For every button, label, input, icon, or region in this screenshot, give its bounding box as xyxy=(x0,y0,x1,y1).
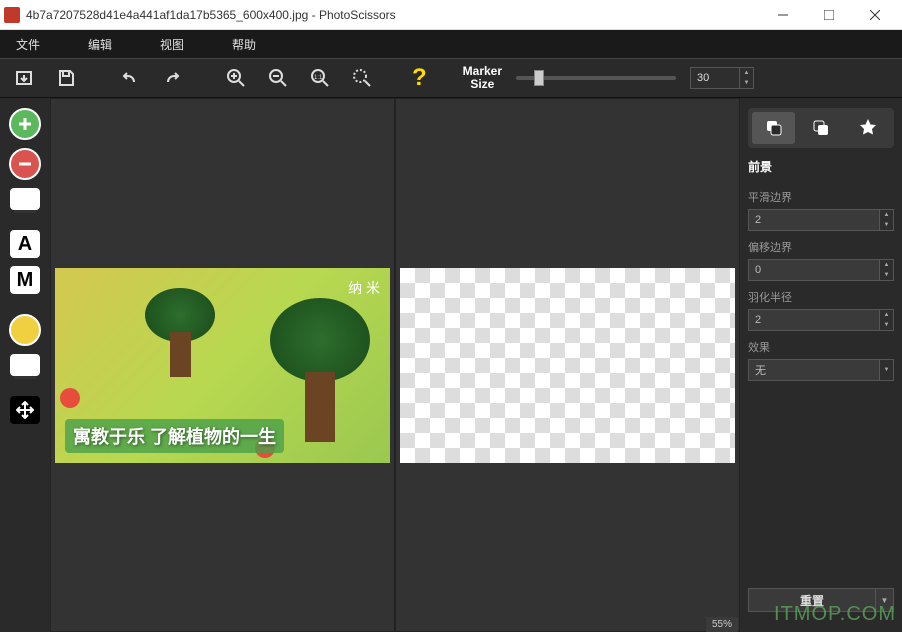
smooth-label: 平滑边界 xyxy=(748,189,894,205)
tab-effects[interactable] xyxy=(847,112,890,144)
image-caption: 寓教于乐 了解植物的一生 xyxy=(65,419,284,453)
result-panel[interactable] xyxy=(395,98,740,632)
foreground-marker-tool[interactable] xyxy=(9,108,41,140)
window-title: 4b7a7207528d41e4a441af1da17b5365_600x400… xyxy=(26,8,760,22)
background-marker-tool[interactable] xyxy=(9,148,41,180)
zoom-in-button[interactable] xyxy=(222,64,250,92)
minimize-button[interactable] xyxy=(760,1,806,29)
undo-button[interactable] xyxy=(116,64,144,92)
save-button[interactable] xyxy=(52,64,80,92)
image-brand: 纳 米 xyxy=(348,278,380,298)
properties-panel: 前景 平滑边界 2 ▲▼ 偏移边界 0 ▲▼ 羽化半径 2 ▲▼ 效果 无 ▼ … xyxy=(740,98,902,632)
maximize-button[interactable] xyxy=(806,1,852,29)
marker-size-spinner[interactable]: ▲▼ xyxy=(740,67,754,89)
feather-label: 羽化半径 xyxy=(748,289,894,305)
source-panel[interactable]: 纳 米 寓教于乐 了解植物的一生 xyxy=(50,98,395,632)
zoom-actual-button[interactable]: 1:1 xyxy=(306,64,334,92)
eraser-tool-2[interactable] xyxy=(10,354,40,376)
menubar: 文件 编辑 视图 帮助 xyxy=(0,30,902,58)
watermark: ITMOP.COM xyxy=(774,603,896,626)
menu-help[interactable]: 帮助 xyxy=(232,36,256,53)
titlebar: 4b7a7207528d41e4a441af1da17b5365_600x400… xyxy=(0,0,902,30)
tab-foreground[interactable] xyxy=(752,112,795,144)
left-toolbar: A M xyxy=(0,98,50,632)
offset-label: 偏移边界 xyxy=(748,239,894,255)
marker-size-value[interactable]: 30 xyxy=(690,67,740,89)
smooth-input[interactable]: 2 xyxy=(748,209,880,231)
smooth-spinner[interactable]: ▲▼ xyxy=(880,209,894,231)
toolbar: 1:1 ? Marker Size 30 ▲▼ xyxy=(0,58,902,98)
help-icon[interactable]: ? xyxy=(412,64,427,92)
menu-edit[interactable]: 编辑 xyxy=(88,36,112,53)
tab-background[interactable] xyxy=(799,112,842,144)
feather-input[interactable]: 2 xyxy=(748,309,880,331)
result-image xyxy=(400,268,735,463)
feather-spinner[interactable]: ▲▼ xyxy=(880,309,894,331)
auto-tool[interactable]: A xyxy=(10,230,40,258)
marker-size-slider[interactable] xyxy=(516,76,676,80)
app-icon xyxy=(4,7,20,23)
zoom-status: 55% xyxy=(706,617,738,632)
section-title: 前景 xyxy=(748,158,894,175)
marker-size-label: Marker Size xyxy=(463,65,502,91)
eraser-tool[interactable] xyxy=(10,188,40,210)
menu-view[interactable]: 视图 xyxy=(160,36,184,53)
svg-text:1:1: 1:1 xyxy=(314,75,323,81)
zoom-out-button[interactable] xyxy=(264,64,292,92)
source-image: 纳 米 寓教于乐 了解植物的一生 xyxy=(55,268,390,463)
menu-file[interactable]: 文件 xyxy=(16,36,40,53)
move-tool[interactable] xyxy=(10,396,40,424)
offset-spinner[interactable]: ▲▼ xyxy=(880,259,894,281)
manual-tool[interactable]: M xyxy=(10,266,40,294)
effect-label: 效果 xyxy=(748,339,894,355)
effect-dropdown[interactable]: ▼ xyxy=(880,359,894,381)
redo-button[interactable] xyxy=(158,64,186,92)
open-button[interactable] xyxy=(10,64,38,92)
marker-color-tool[interactable] xyxy=(9,314,41,346)
close-button[interactable] xyxy=(852,1,898,29)
effect-select[interactable]: 无 xyxy=(748,359,880,381)
zoom-fit-button[interactable] xyxy=(348,64,376,92)
offset-input[interactable]: 0 xyxy=(748,259,880,281)
